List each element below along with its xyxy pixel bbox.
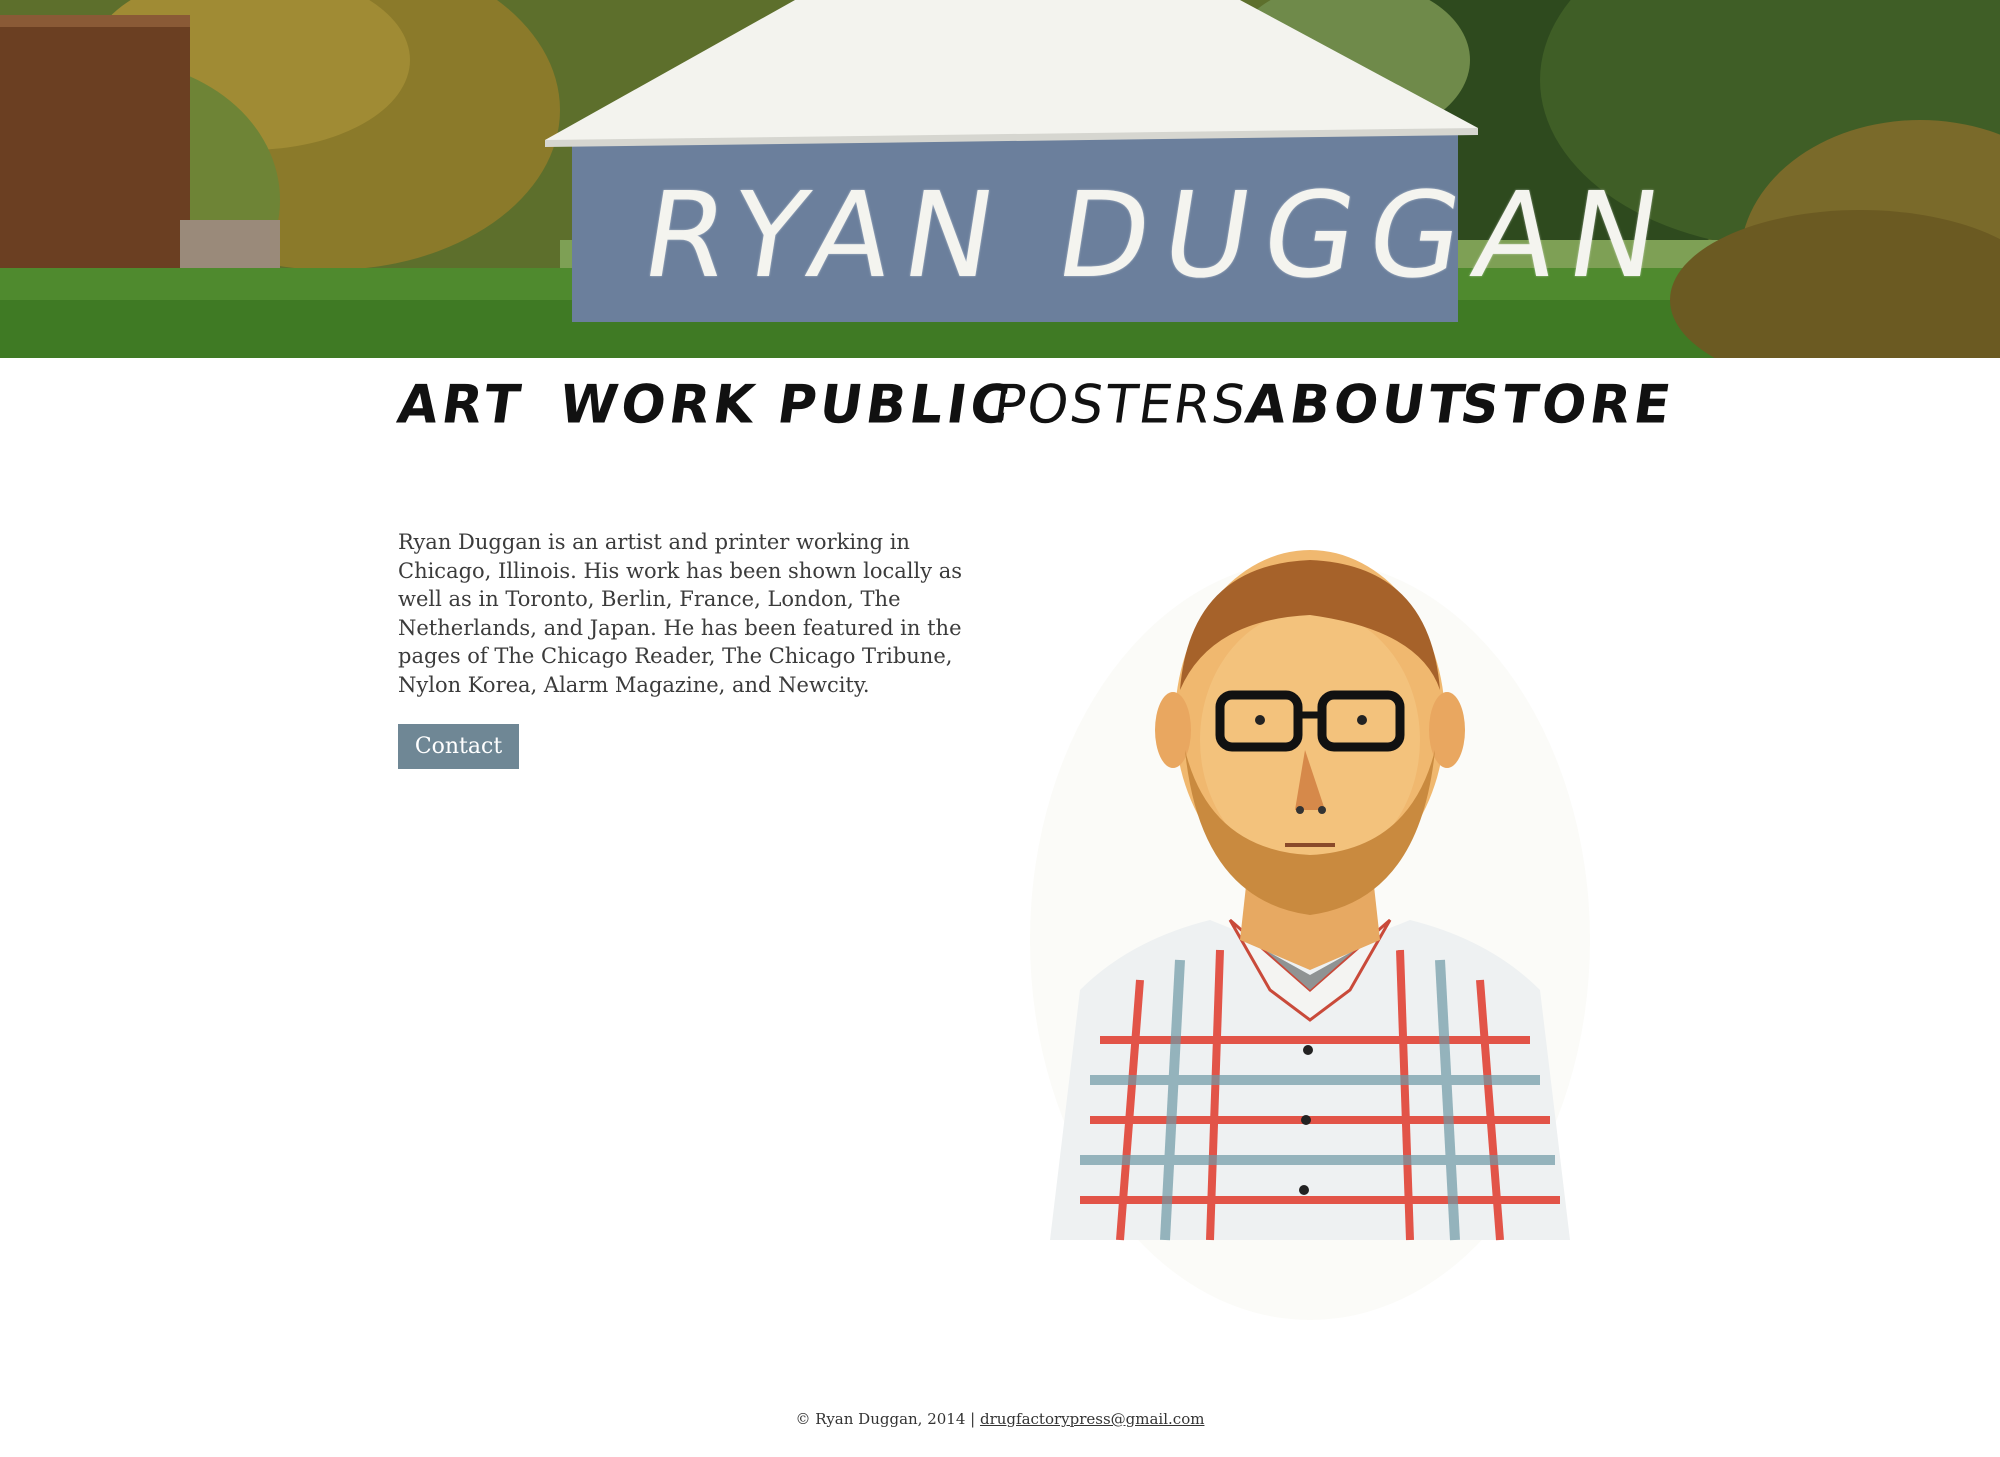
site-title: RYAN DUGGAN <box>634 166 1683 304</box>
portrait-image <box>1030 550 1590 1320</box>
nav-item-public[interactable]: PUBLIC <box>773 369 1018 440</box>
nav-item-about[interactable]: ABOUT <box>1241 369 1473 440</box>
main-nav: ART WORK PUBLIC POSTERS ABOUT STORE <box>394 369 1678 440</box>
nav-item-work[interactable]: WORK <box>555 369 763 440</box>
footer-copyright: © Ryan Duggan, 2014 | <box>795 1410 980 1428</box>
bio-text: Ryan Duggan is an artist and printer wor… <box>398 530 963 697</box>
nav-item-store[interactable]: STORE <box>1456 369 1679 440</box>
header-banner: RYAN DUGGAN <box>0 0 2000 358</box>
footer-email-link[interactable]: drugfactorypress@gmail.com <box>980 1410 1204 1428</box>
nav-item-posters[interactable]: POSTERS <box>989 369 1252 440</box>
footer: © Ryan Duggan, 2014 | drugfactorypress@g… <box>0 1410 2000 1428</box>
contact-button[interactable]: Contact <box>398 724 519 769</box>
nav-item-art[interactable]: ART <box>393 369 528 440</box>
portrait-illustration <box>1010 520 1610 1320</box>
